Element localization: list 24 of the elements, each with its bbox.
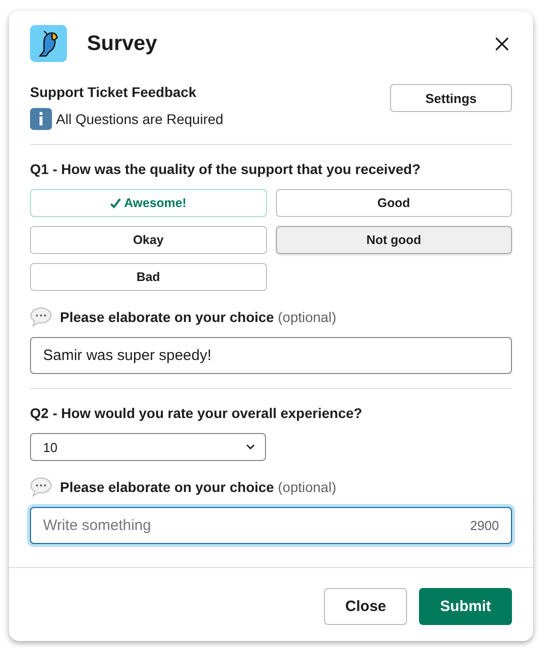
answer-option[interactable]: Awesome! — [30, 189, 266, 217]
comment-field[interactable]: Samir was super speedy! — [30, 337, 512, 374]
window-title: Survey — [87, 32, 158, 56]
answer-option[interactable]: Okay — [30, 226, 266, 254]
question-title: Q2 - How would you rate your overall experience? — [30, 405, 364, 421]
question-title: Q1 - How was the quality of the support that you received? — [30, 161, 422, 177]
submit-button[interactable]: Submit — [419, 588, 512, 625]
info-icon — [30, 108, 52, 130]
settings-button[interactable]: Settings — [390, 84, 512, 112]
parrot-logo-icon — [30, 25, 67, 62]
comment-label: Please elaborate on your choice (optional) — [60, 479, 336, 495]
answer-option[interactable]: Bad — [30, 263, 266, 291]
character-counter: 2900 — [470, 518, 499, 533]
speech-bubble-icon — [30, 307, 52, 327]
check-icon — [110, 198, 122, 208]
answer-option[interactable]: Not good — [276, 226, 512, 254]
close-button[interactable]: Close — [324, 588, 408, 625]
speech-bubble-icon — [30, 477, 52, 497]
rating-dropdown[interactable]: 10 — [30, 433, 266, 461]
chevron-down-icon — [246, 444, 255, 450]
required-notice: All Questions are Required — [56, 111, 224, 127]
answer-option[interactable]: Good — [276, 189, 512, 217]
survey-name: Support Ticket Feedback — [30, 84, 198, 100]
comment-label: Please elaborate on your choice (optional) — [60, 309, 336, 325]
